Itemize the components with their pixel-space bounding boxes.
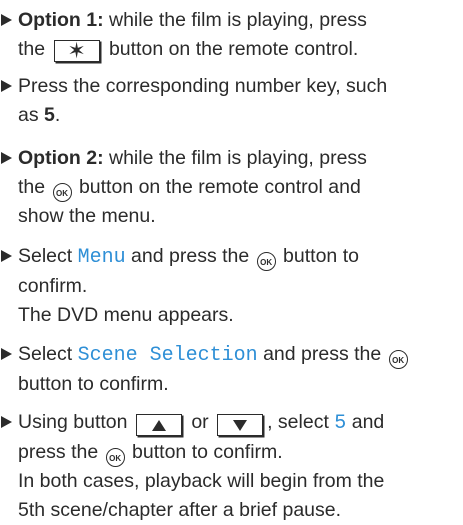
number-key-label: 5 <box>44 104 55 126</box>
step-line: Option 1: while the film is playing, pre… <box>18 6 458 35</box>
step-result: The DVD menu appears. <box>18 304 234 326</box>
step-text: Press the corresponding number key, such <box>18 75 388 97</box>
ok-button-icon: OK <box>256 252 276 271</box>
step-text: Select <box>18 245 78 267</box>
step-text: button on the remote control. <box>103 38 359 60</box>
step-text: . <box>54 104 61 126</box>
step-text: button on the remote control and <box>73 176 361 198</box>
step-line: confirm. <box>18 272 458 301</box>
step-text: and press the <box>125 245 255 267</box>
display-item-scene-selection: Scene Selection <box>77 344 258 367</box>
star-key-icon: ✶ <box>53 40 100 62</box>
step-text: or <box>185 411 215 433</box>
step-text: and <box>346 411 385 433</box>
step-text: the <box>18 38 51 60</box>
step-text: Select <box>18 343 78 365</box>
bullet-arrow-icon <box>1 348 12 360</box>
ok-button-icon: OK <box>388 350 408 369</box>
step-result: In both cases, playback will begin from … <box>18 470 385 492</box>
step-text: the <box>18 176 51 198</box>
step-line: button to confirm. <box>18 370 458 399</box>
step-text: , select <box>267 411 335 433</box>
display-item-5: 5 <box>334 412 347 435</box>
step-text: while the film is playing, press <box>103 147 367 169</box>
step-line: the OK button on the remote control and <box>18 173 458 202</box>
step-text: button to <box>277 245 359 267</box>
step-number-key: Press the corresponding number key, such… <box>1 72 458 130</box>
step-text: as <box>18 104 45 126</box>
step-line: press the OK button to confirm. <box>18 438 458 467</box>
bullet-arrow-icon <box>1 80 12 92</box>
up-key-icon <box>135 414 182 436</box>
option-label: Option 1: <box>18 9 104 31</box>
bullet-arrow-icon <box>1 250 12 262</box>
option-label: Option 2: <box>18 147 104 169</box>
step-line: Using button or , select 5 and <box>18 408 458 438</box>
bullet-arrow-icon <box>1 416 12 428</box>
step-result: 5th scene/chapter after a brief pause. <box>18 499 342 521</box>
step-line: Press the corresponding number key, such <box>18 72 458 101</box>
step-scene-selection: Select Scene Selection and press the OK … <box>1 340 458 399</box>
step-text: confirm. <box>18 275 88 297</box>
instruction-page: Option 1: while the film is playing, pre… <box>0 0 463 521</box>
step-line: Select Scene Selection and press the OK <box>18 340 458 370</box>
step-text: while the film is playing, press <box>103 9 367 31</box>
step-text: and press the <box>257 343 387 365</box>
step-select-menu: Select Menu and press the OK button to c… <box>1 242 458 330</box>
step-line: Select Menu and press the OK button to <box>18 242 458 272</box>
step-text: show the menu. <box>18 205 156 227</box>
display-item-menu: Menu <box>77 246 126 269</box>
step-line: as 5. <box>18 101 458 130</box>
down-key-icon <box>217 414 264 436</box>
step-option-1: Option 1: while the film is playing, pre… <box>1 6 458 64</box>
step-line: show the menu. <box>18 202 458 231</box>
step-text: Using button <box>18 411 133 433</box>
bullet-arrow-icon <box>1 152 12 164</box>
step-select-5: Using button or , select 5 and press the… <box>1 408 458 525</box>
step-option-2: Option 2: while the film is playing, pre… <box>1 144 458 231</box>
step-text: press the <box>18 441 104 463</box>
ok-button-icon: OK <box>105 448 125 467</box>
bullet-arrow-icon <box>1 14 12 26</box>
step-line: the ✶ button on the remote control. <box>18 35 458 64</box>
step-text: button to confirm. <box>18 373 169 395</box>
ok-button-icon: OK <box>52 183 72 202</box>
step-line: Option 2: while the film is playing, pre… <box>18 144 458 173</box>
step-text: button to confirm. <box>126 441 283 463</box>
